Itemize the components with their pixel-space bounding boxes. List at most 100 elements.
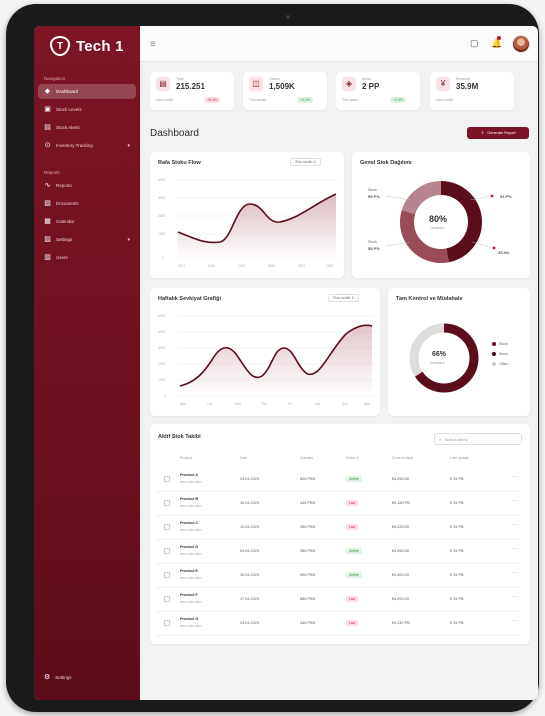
stat-label: Orders: [269, 77, 280, 81]
status-badge: Low: [346, 500, 359, 506]
cell-date: 09.04.2023: [240, 549, 260, 553]
cell-last: € 33 PB: [450, 621, 464, 625]
chevron-down-icon: ▾: [127, 236, 130, 243]
more-icon[interactable]: ···: [512, 618, 518, 624]
stat-sub: This week: [342, 98, 358, 102]
row-checkbox[interactable]: [164, 476, 170, 482]
inventory-icon: ▤: [156, 77, 170, 91]
cell-last: € 33 PB: [450, 597, 464, 601]
stat-sub: Last month: [156, 98, 174, 102]
revenue-icon: ¥: [436, 77, 450, 91]
more-icon[interactable]: ···: [512, 522, 518, 528]
sidebar-item-settings[interactable]: ▨ Settings ▾: [38, 232, 136, 247]
sidebar-item-label: Inventory Tracking: [56, 143, 93, 148]
more-icon[interactable]: ···: [512, 546, 518, 552]
shipment-chart-card: Haftalık Sevkiyat Grafiği This month ⇕ 5…: [150, 288, 380, 416]
avatar[interactable]: [512, 35, 530, 53]
column-header[interactable]: Current Value: [392, 456, 413, 460]
sidebar-item-inventory-tracking[interactable]: ⊙ Inventory Tracking ▾: [38, 138, 136, 153]
x-tick: 2018: [208, 264, 216, 268]
cell-product-sub: Item code label: [180, 600, 202, 604]
search-input[interactable]: ⌕ Search items: [434, 433, 522, 445]
cell-last: € 33 PB: [450, 525, 464, 529]
main-content: ≡ ▢ 🔔 ▤ Total 215.251 Last month +5.2% ◫…: [140, 26, 538, 700]
column-header[interactable]: Product: [180, 456, 192, 460]
row-checkbox[interactable]: [164, 596, 170, 602]
table-row[interactable]: Product E Item code label 16.04.2023 900…: [156, 564, 520, 588]
more-icon[interactable]: ···: [512, 498, 518, 504]
tracking-icon: ⊙: [44, 142, 51, 149]
column-header[interactable]: Last Update: [450, 456, 469, 460]
sidebar-item-dashboard[interactable]: ◆ Dashboard: [38, 84, 136, 99]
column-header[interactable]: Status ▾: [346, 456, 359, 460]
sidebar-item-label: Users: [56, 255, 68, 260]
line-chart-flow: [176, 179, 338, 259]
notification-dot: [497, 36, 501, 40]
stat-sub: This month: [249, 98, 267, 102]
table-row[interactable]: Product D Item code label 09.04.2023 380…: [156, 540, 520, 564]
sidebar-item-users[interactable]: ▥ Users: [38, 250, 136, 265]
row-checkbox[interactable]: [164, 524, 170, 530]
stat-card-revenue[interactable]: ¥ Revenue 35.9M Last month: [430, 72, 514, 110]
generate-report-button[interactable]: ＋ Generate Report: [467, 127, 529, 139]
table-row[interactable]: Product C Item code label 12.04.2023 360…: [156, 516, 520, 540]
orders-icon: ◫: [249, 77, 263, 91]
shield-icon: ◈: [342, 77, 356, 91]
table-row[interactable]: Product A Item code label 23.04.2023 600…: [156, 468, 520, 492]
sidebar-item-label: Stock Alerts: [56, 125, 80, 130]
cell-product: Product B: [180, 497, 199, 501]
table-row[interactable]: Product B Item code label 15.04.2023 445…: [156, 492, 520, 516]
chevron-down-icon: ▾: [127, 142, 130, 149]
sidebar-item-reports[interactable]: ∿ Reports: [38, 178, 136, 193]
stat-card-total[interactable]: ▤ Total 215.251 Last month +5.2%: [150, 72, 234, 110]
users-icon: ▥: [44, 254, 51, 261]
stat-card-orders[interactable]: ◫ Orders 1,509K This month +4.1%: [243, 72, 327, 110]
column-header[interactable]: Quantity: [300, 456, 313, 460]
sidebar-item-calendar[interactable]: ▦ Calendar: [38, 214, 136, 229]
bell-icon[interactable]: 🔔: [491, 38, 502, 49]
table-row[interactable]: Product F Item code label 17.04.2023 880…: [156, 588, 520, 612]
nav-section-heading: Navigation: [44, 76, 66, 81]
more-icon[interactable]: ···: [512, 594, 518, 600]
brand[interactable]: T Tech 1: [50, 36, 124, 56]
row-checkbox[interactable]: [164, 620, 170, 626]
menu-icon[interactable]: ≡: [150, 39, 156, 50]
x-tick: 2021: [298, 264, 306, 268]
status-badge: Active: [346, 476, 362, 482]
x-tick: 2017: [178, 264, 186, 268]
cell-date: 16.04.2023: [240, 573, 260, 577]
sidebar-item-stock-alerts[interactable]: ▤ Stock Alerts: [38, 120, 136, 135]
cell-product: Product E: [180, 569, 198, 573]
more-icon[interactable]: ···: [512, 474, 518, 480]
cell-product-sub: Item code label: [180, 624, 202, 628]
plus-icon: ＋: [480, 130, 485, 135]
row-checkbox[interactable]: [164, 500, 170, 506]
x-tick: 2019: [238, 264, 246, 268]
square-icon[interactable]: ▢: [470, 38, 479, 49]
stat-value: 35.9M: [456, 82, 479, 91]
column-header[interactable]: Date: [240, 456, 247, 460]
sidebar-footer-settings[interactable]: ⚙ Settings: [44, 673, 72, 681]
more-icon[interactable]: ···: [512, 570, 518, 576]
legend-label: Other: [499, 362, 508, 366]
x-tick: Fri: [288, 402, 292, 406]
page-title: Dashboard: [150, 128, 199, 139]
sidebar-footer-label: Settings: [55, 674, 72, 680]
sidebar-item-label: Stock Levels: [56, 107, 82, 112]
stat-card-alerts[interactable]: ◈ Alerts 2 PP This week +2.3%: [336, 72, 420, 110]
status-badge: Low: [346, 620, 359, 626]
donut-label: Stock: [368, 240, 377, 244]
table-row[interactable]: Product G Item code label 23.04.2023 340…: [156, 612, 520, 636]
distribution-card: Genel Stok Dağılımı 80% Occupied Stock 5…: [352, 152, 530, 278]
sidebar: T Tech 1 Navigation ◆ Dashboard ▣ Stock …: [34, 26, 140, 700]
cell-product: Product D: [180, 545, 199, 549]
x-tick: Sun: [342, 402, 348, 406]
stat-badge: +4.1%: [297, 97, 314, 103]
x-tick: 2022: [326, 264, 334, 268]
row-checkbox[interactable]: [164, 548, 170, 554]
row-checkbox[interactable]: [164, 572, 170, 578]
legend-dot: [492, 342, 496, 346]
legend-dot: [492, 362, 496, 366]
sidebar-item-stock-levels[interactable]: ▣ Stock Levels: [38, 102, 136, 117]
sidebar-item-documents[interactable]: ▧ Documents: [38, 196, 136, 211]
